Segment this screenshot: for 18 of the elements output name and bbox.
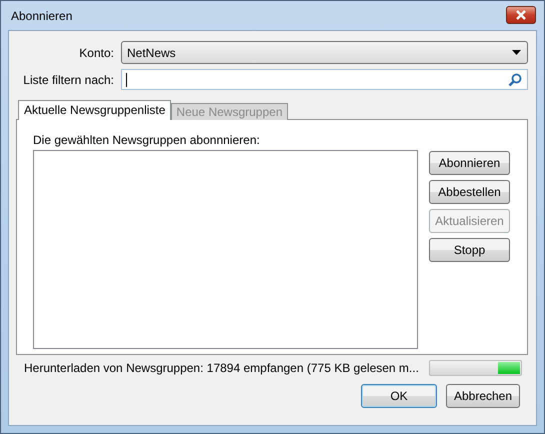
action-button[interactable]: Abbestellen	[429, 180, 510, 204]
list-label: Die gewählten Newsgruppen abonnnieren:	[33, 133, 261, 147]
account-dropdown[interactable]: NetNews	[121, 41, 528, 64]
dialog-button[interactable]: OK	[361, 384, 437, 408]
action-button[interactable]: Abonnieren	[429, 151, 510, 175]
close-icon	[514, 10, 528, 20]
window-title: Abonnieren	[10, 8, 72, 22]
filter-label: Liste filtern nach:	[22, 72, 114, 88]
action-button[interactable]: Stopp	[429, 238, 510, 262]
status-text: Herunterladen von Newsgruppen: 17894 empfangen (775 KB gelesen m...	[24, 361, 419, 375]
search-icon	[508, 72, 522, 86]
account-label: Konto:	[78, 44, 114, 60]
filter-field[interactable]	[121, 69, 528, 90]
caret-icon	[512, 50, 521, 55]
tab[interactable]: Aktuelle Newsgruppenliste	[18, 100, 172, 120]
dialog-button[interactable]: Abbrechen	[446, 384, 520, 408]
close-button[interactable]	[506, 6, 536, 24]
newsgroup-list[interactable]	[33, 150, 418, 349]
